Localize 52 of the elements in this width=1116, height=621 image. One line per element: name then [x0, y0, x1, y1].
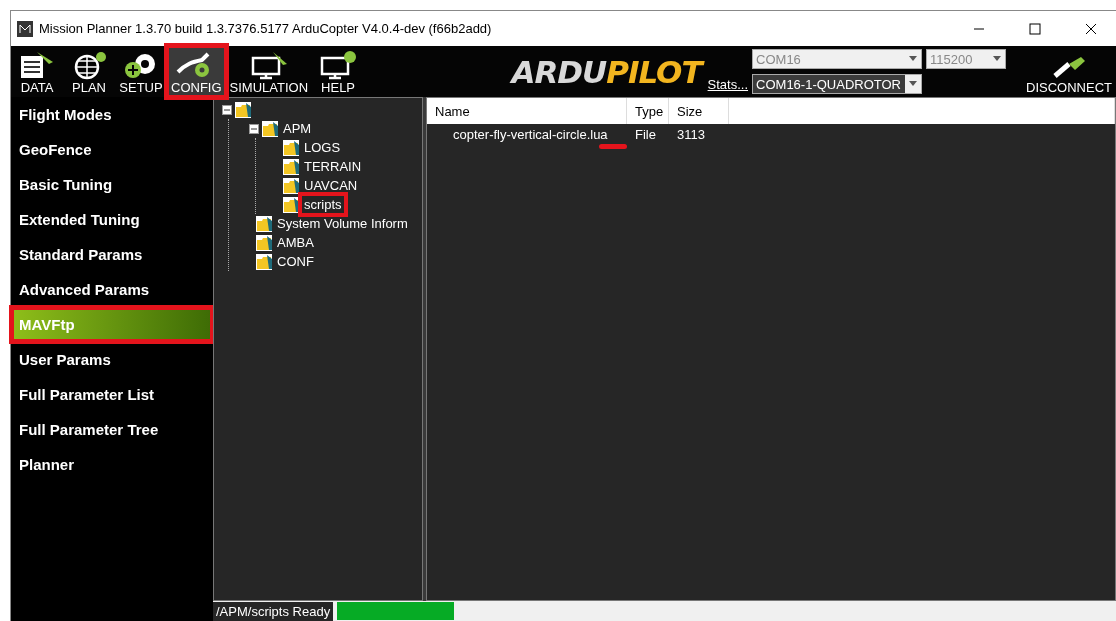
tree-item[interactable]: AMBA — [275, 234, 316, 251]
column-header[interactable]: Name — [427, 98, 627, 124]
caret-icon — [993, 56, 1002, 62]
sidebar-item[interactable]: Standard Params — [11, 237, 213, 272]
toolbar-button[interactable]: CONFIG — [167, 46, 226, 97]
caret-icon — [909, 81, 918, 87]
sidebar-item[interactable]: Basic Tuning — [11, 167, 213, 202]
folder-icon — [282, 195, 300, 214]
folder-icon — [255, 252, 273, 271]
folder-icon — [282, 176, 300, 195]
caret-icon — [909, 56, 918, 62]
close-icon — [1085, 22, 1097, 35]
collapse-icon[interactable] — [222, 104, 232, 115]
toolbar-button[interactable]: DATA — [11, 46, 63, 97]
disconnect-button[interactable]: DISCONNECT — [1006, 46, 1116, 97]
tree-item[interactable]: System Volume Inform — [275, 215, 410, 232]
collapse-icon[interactable] — [249, 123, 259, 134]
folder-icon — [282, 157, 300, 176]
toolbar-button[interactable]: PLAN — [63, 46, 115, 97]
folder-icon — [255, 214, 273, 233]
toolbar-button[interactable]: HELP — [312, 46, 365, 97]
sidebar-item[interactable]: Planner — [11, 447, 213, 482]
status-text: /APM/scripts Ready — [213, 601, 334, 621]
column-header[interactable]: Type — [627, 98, 669, 124]
table-cell-text: copter-fly-vertical-circle.lua — [452, 125, 609, 144]
toolbar-button[interactable]: SETUP — [115, 46, 167, 97]
folder-icon — [261, 119, 279, 138]
logo: ARDUPILOT — [505, 46, 708, 97]
tree-item[interactable]: TERRAIN — [302, 158, 364, 175]
sidebar-item[interactable]: Full Parameter Tree — [11, 412, 213, 447]
sidebar-item[interactable]: Extended Tuning — [11, 202, 213, 237]
table-cell-text: 3113 — [676, 125, 706, 144]
folder-icon — [282, 138, 300, 157]
tree-item[interactable]: APM — [281, 120, 314, 137]
tree-item[interactable]: LOGS — [302, 139, 343, 156]
sidebar-item[interactable]: Flight Modes — [11, 97, 213, 132]
folder-icon — [234, 100, 252, 119]
window-title: Mission Planner 1.3.70 build 1.3.7376.5177 ArduCopter V4.0.4-dev (f66b2add) — [39, 21, 493, 36]
table-cell-text: File — [634, 125, 657, 144]
sidebar-item[interactable]: User Params — [11, 342, 213, 377]
sidebar-item[interactable]: Advanced Params — [11, 272, 213, 307]
tree-item[interactable]: CONF — [275, 253, 316, 270]
folder-icon — [255, 233, 273, 252]
column-header[interactable]: Size — [669, 98, 729, 124]
tree-item[interactable]: UAVCAN — [302, 177, 360, 194]
maximize-icon — [1029, 22, 1041, 35]
app-icon — [17, 20, 33, 37]
sidebar-item[interactable]: Full Parameter List — [11, 377, 213, 412]
vehicle-dropdown[interactable]: COM16-1-QUADROTOR — [752, 74, 923, 94]
stats-link[interactable]: Stats... — [707, 76, 749, 92]
toolbar-button[interactable]: SIMULATION — [225, 46, 313, 97]
sidebar-item[interactable]: GeoFence — [11, 132, 213, 167]
